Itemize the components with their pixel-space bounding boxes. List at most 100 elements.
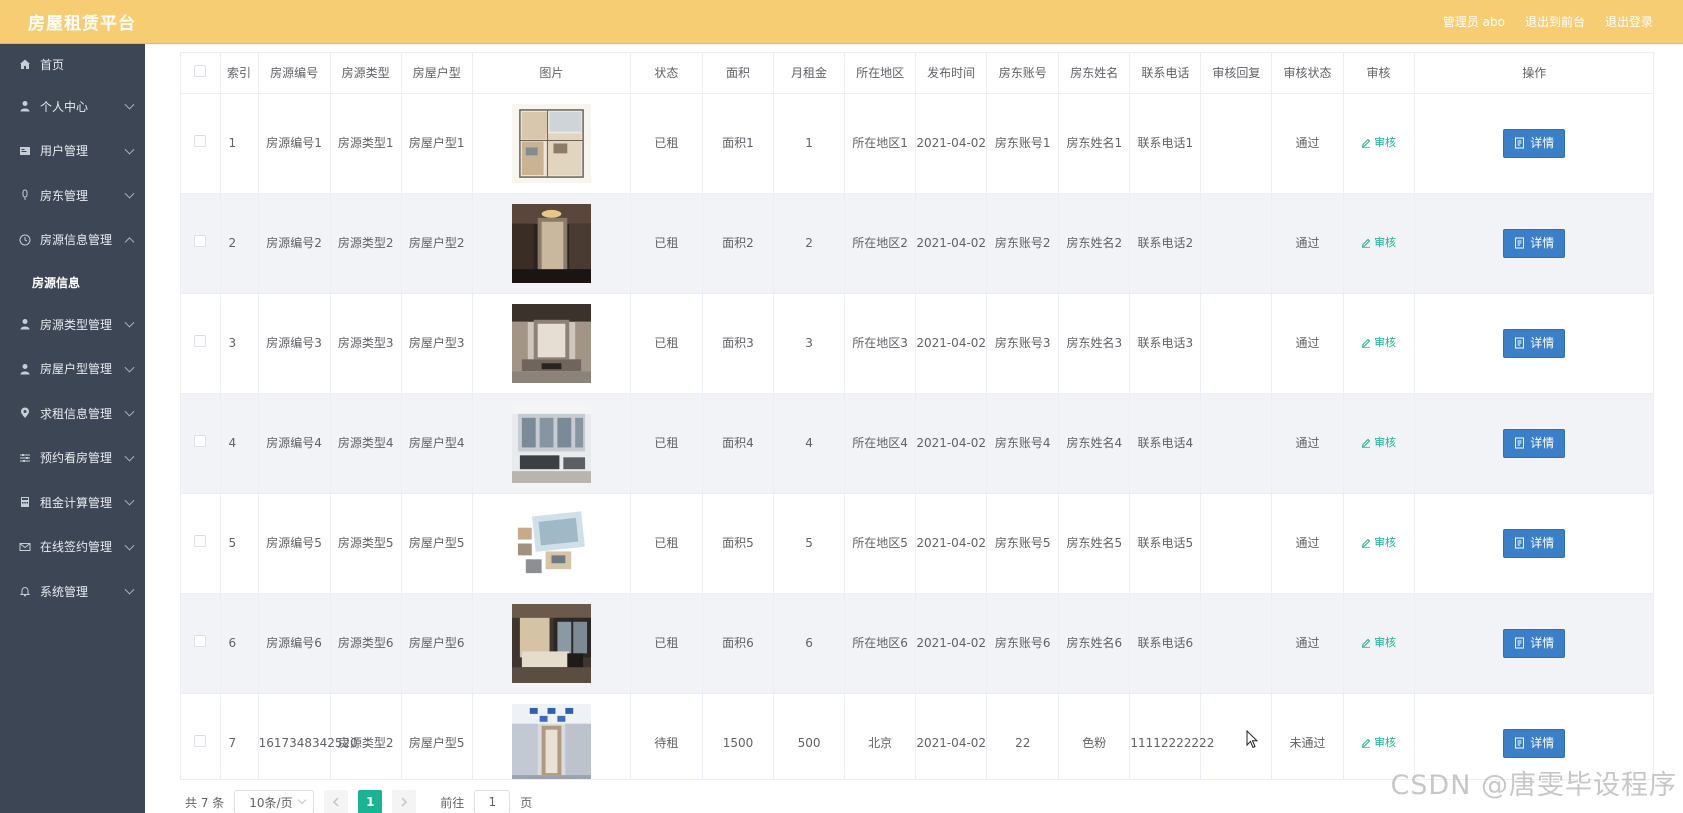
page-size-select[interactable]: 10条/页 xyxy=(234,790,315,813)
column-header: 面积 xyxy=(702,53,775,94)
select-all-checkbox[interactable] xyxy=(181,53,221,94)
edit-icon xyxy=(1361,238,1371,248)
sidebar-item-home[interactable]: 首页 xyxy=(0,44,145,84)
sidebar-item-rental-request-management[interactable]: 求租信息管理 xyxy=(0,391,145,436)
column-header: 月租金 xyxy=(773,53,846,94)
cell-landlord-account: 房东账号3 xyxy=(986,293,1060,394)
cell-layout: 房屋户型6 xyxy=(401,593,473,694)
sidebar-item-label: 房源类型管理 xyxy=(40,317,113,332)
mail-icon xyxy=(18,540,32,554)
cell-reply xyxy=(1200,193,1273,294)
review-link[interactable]: 审核 xyxy=(1361,531,1396,555)
sidebar-item-system-management[interactable]: 系统管理 xyxy=(0,569,145,614)
sidebar-item-label: 房东管理 xyxy=(40,188,89,203)
cell-actions: 详情 xyxy=(1414,493,1653,594)
chevron-down-icon xyxy=(298,795,307,805)
row-checkbox[interactable] xyxy=(181,393,221,494)
detail-button[interactable]: 详情 xyxy=(1503,428,1566,458)
review-link[interactable]: 审核 xyxy=(1361,131,1396,155)
row-checkbox[interactable] xyxy=(181,93,221,194)
sidebar-item-listing-type-management[interactable]: 房源类型管理 xyxy=(0,302,145,347)
cell-rent: 4 xyxy=(773,393,846,494)
edit-icon xyxy=(1361,538,1371,548)
cell-reply xyxy=(1200,293,1273,394)
cell-type: 房源类型4 xyxy=(330,393,402,494)
sidebar-subitem-listing-info[interactable]: 房源信息 xyxy=(0,262,145,302)
back-to-front-link[interactable]: 退出到前台 xyxy=(1525,13,1585,30)
sidebar-item-viewing-appointment-management[interactable]: 预约看房管理 xyxy=(0,436,145,481)
detail-button[interactable]: 详情 xyxy=(1503,128,1566,158)
sidebar-item-personal-center[interactable]: 个人中心 xyxy=(0,84,145,129)
table-row: 2 房源编号2 房源类型2 房屋户型2 已租 面积2 2 所在地区2 2021-04-02 房东账… xyxy=(181,193,1653,294)
row-checkbox[interactable] xyxy=(181,293,221,394)
cell-landlord-account: 房东账号4 xyxy=(986,393,1060,494)
review-label: 审核 xyxy=(1374,335,1397,349)
mouse-cursor-icon xyxy=(1246,730,1259,749)
detail-button[interactable]: 详情 xyxy=(1503,328,1566,358)
page-number-button[interactable]: 1 xyxy=(358,790,383,813)
cell-date: 2021-04-02 xyxy=(915,693,988,779)
table-body: 1 房源编号1 房源类型1 房屋户型1 已租 面积1 1 所在地区1 2021-04-02 房东账… xyxy=(181,93,1653,779)
detail-button[interactable]: 详情 xyxy=(1503,728,1566,758)
cell-layout: 房屋户型4 xyxy=(401,393,473,494)
cell-review: 审核 xyxy=(1343,393,1415,494)
cell-layout: 房屋户型2 xyxy=(401,193,473,294)
review-link[interactable]: 审核 xyxy=(1361,431,1396,455)
row-checkbox[interactable] xyxy=(181,493,221,594)
cell-type: 房源类型6 xyxy=(330,593,402,694)
total-count: 共 7 条 xyxy=(185,795,225,810)
logout-link[interactable]: 退出登录 xyxy=(1605,13,1653,30)
review-link[interactable]: 审核 xyxy=(1361,731,1396,755)
sidebar-item-listing-management[interactable]: 房源信息管理 xyxy=(0,218,145,263)
sidebar-item-rent-calculation-management[interactable]: 租金计算管理 xyxy=(0,480,145,525)
detail-button[interactable]: 详情 xyxy=(1503,528,1566,558)
sidebar-item-label: 首页 xyxy=(40,57,65,72)
cell-image xyxy=(472,93,631,194)
main-content: 索引 房源编号 房源类型 房屋户型 图片 状态 面积 月租金 所在地区 发布时间… xyxy=(145,44,1683,813)
cell-actions: 详情 xyxy=(1414,393,1653,494)
cell-rent: 5 xyxy=(773,493,846,594)
cell-review: 审核 xyxy=(1343,293,1415,394)
cell-region: 所在地区4 xyxy=(844,393,917,494)
chevron-down-icon xyxy=(124,99,135,110)
chevron-down-icon xyxy=(124,144,135,155)
prev-page-button[interactable] xyxy=(324,790,349,813)
row-checkbox[interactable] xyxy=(181,593,221,694)
cell-type: 房源类型1 xyxy=(330,93,402,194)
row-checkbox[interactable] xyxy=(181,693,221,779)
detail-button[interactable]: 详情 xyxy=(1503,228,1566,258)
edit-icon xyxy=(1361,738,1371,748)
cell-index: 6 xyxy=(220,593,259,694)
admin-label: 管理员 abo xyxy=(1442,15,1505,29)
edit-icon xyxy=(1361,138,1371,148)
review-link[interactable]: 审核 xyxy=(1361,331,1396,355)
document-icon xyxy=(1515,337,1525,349)
sidebar-item-label: 房源信息管理 xyxy=(40,233,113,248)
cell-area: 1500 xyxy=(702,693,775,779)
detail-button[interactable]: 详情 xyxy=(1503,628,1566,658)
column-header: 图片 xyxy=(472,53,631,94)
cell-index: 5 xyxy=(220,493,259,594)
cell-code: 房源编号5 xyxy=(258,493,331,594)
table-header-row: 索引 房源编号 房源类型 房屋户型 图片 状态 面积 月租金 所在地区 发布时间… xyxy=(181,53,1653,94)
goto-page-input[interactable] xyxy=(474,790,511,813)
review-link[interactable]: 审核 xyxy=(1361,231,1396,255)
document-icon xyxy=(1515,737,1525,749)
cell-status: 已租 xyxy=(630,193,703,294)
sidebar-item-user-management[interactable]: 用户管理 xyxy=(0,129,145,174)
sidebar-item-online-contract-management[interactable]: 在线签约管理 xyxy=(0,525,145,570)
cell-phone: 联系电话1 xyxy=(1129,93,1202,194)
chevron-up-icon xyxy=(124,236,135,247)
sidebar-subitem-label: 房源信息 xyxy=(32,275,81,290)
row-checkbox[interactable] xyxy=(181,193,221,294)
sidebar-item-layout-management[interactable]: 房屋户型管理 xyxy=(0,347,145,392)
cell-audit-status: 未通过 xyxy=(1271,693,1344,779)
table-row: 1 房源编号1 房源类型1 房屋户型1 已租 面积1 1 所在地区1 2021-04-02 房东账… xyxy=(181,93,1653,194)
review-link[interactable]: 审核 xyxy=(1361,631,1396,655)
clock-icon xyxy=(18,233,32,247)
cell-date: 2021-04-02 xyxy=(915,393,988,494)
next-page-button[interactable] xyxy=(392,790,417,813)
top-header: 房屋租赁平台 管理员 abo 退出到前台 退出登录 xyxy=(0,0,1683,44)
sidebar-item-landlord-management[interactable]: 房东管理 xyxy=(0,173,145,218)
detail-label: 详情 xyxy=(1530,436,1555,450)
